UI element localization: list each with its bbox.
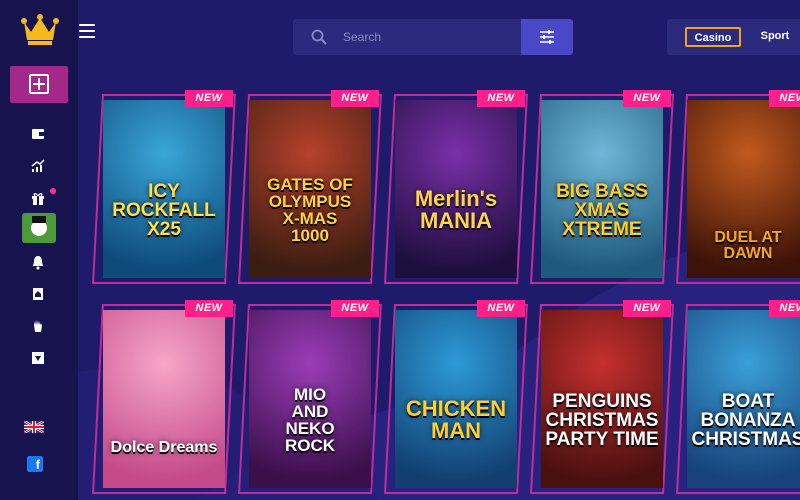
facebook-icon[interactable]: f — [27, 456, 43, 472]
new-badge: NEW — [331, 90, 379, 107]
game-title-line: XTREME — [562, 218, 642, 240]
game-title-line: ROCK — [284, 436, 336, 455]
notification-dot — [50, 188, 56, 194]
promo-avatar[interactable] — [22, 213, 56, 243]
game-title: GATES OF OLYMPUS X-MAS 1000 — [253, 176, 367, 244]
game-title: BIG BASS XMAS XTREME — [545, 182, 659, 239]
tab-sport[interactable]: Sport — [755, 27, 795, 47]
sliders-icon — [540, 30, 554, 44]
game-title-line: CHRISTMAS — [545, 409, 659, 431]
new-badge: NEW — [185, 90, 233, 107]
search-input[interactable] — [343, 27, 513, 47]
game-title-line: MAN — [430, 418, 482, 443]
store-icon[interactable] — [30, 350, 46, 366]
search-icon — [311, 29, 327, 45]
game-tile[interactable]: BOATBONANZACHRISTMAS NEW — [676, 300, 800, 494]
game-thumbnail: BOAT BONANZA CHRISTMAS — [687, 310, 800, 488]
game-title-line: PARTY TIME — [545, 428, 659, 450]
game-title-line: MANIA — [419, 208, 493, 233]
game-title-line: PENGUINS — [552, 390, 652, 412]
game-title: Dolce Dreams — [107, 440, 221, 456]
hat-icon — [32, 216, 46, 223]
game-title: PENGUINS CHRISTMAS PARTY TIME — [545, 392, 659, 449]
game-title-line: BONANZA — [700, 409, 796, 431]
game-title-line: DUEL AT DAWN — [714, 229, 782, 262]
search-bar — [293, 19, 521, 55]
tab-casino[interactable]: Casino — [685, 27, 741, 47]
game-title-line: OLYMPUS — [268, 192, 352, 211]
game-title: Merlin's MANIA — [399, 188, 513, 232]
new-badge: NEW — [331, 300, 379, 317]
game-tile[interactable]: DUEL AT DAWN NEW — [676, 90, 800, 284]
new-badge: NEW — [477, 90, 525, 107]
game-title-line: ICY — [148, 180, 180, 202]
game-thumbnail: DUEL AT DAWN — [687, 100, 800, 278]
game-title-line: X25 — [147, 218, 181, 240]
game-title-line: GATES OF — [267, 175, 353, 194]
new-badge: NEW — [769, 90, 800, 107]
game-thumbnail: GATES OF OLYMPUS X-MAS 1000 — [249, 100, 371, 278]
game-thumbnail: Merlin's MANIA — [395, 100, 517, 278]
ticket-icon[interactable] — [30, 286, 46, 302]
hamburger-menu-icon[interactable] — [79, 24, 95, 38]
sidebar: f — [0, 0, 78, 500]
filter-button[interactable] — [521, 19, 573, 55]
game-title-line: CHRISTMAS — [691, 428, 800, 450]
game-title-line: 1000 — [291, 226, 329, 245]
game-tile[interactable]: Merlin's MANIA NEW — [384, 90, 528, 284]
gift-icon[interactable] — [30, 190, 46, 206]
game-title-line: ROCKFALL — [112, 199, 216, 221]
add-widget-button[interactable] — [10, 66, 68, 103]
game-title-line: MIO — [293, 385, 327, 404]
game-tile[interactable]: MIO AND NEKO ROCK NEW — [238, 300, 382, 494]
game-title-line: AND — [291, 402, 329, 421]
plus-box-icon — [29, 74, 49, 94]
hand-icon[interactable] — [30, 318, 46, 334]
game-title-line: BIG BASS — [556, 180, 648, 202]
game-thumbnail: CHICKEN MAN — [395, 310, 517, 488]
game-tile[interactable]: ICY ROCKFALL X25 NEW — [92, 90, 236, 284]
game-title-line: BOAT — [721, 390, 775, 412]
top-nav: Casino Sport — [667, 19, 800, 55]
new-badge: NEW — [623, 300, 671, 317]
game-title-line: Dolce Dreams — [110, 439, 218, 456]
game-title: DUEL AT DAWN — [691, 230, 800, 262]
game-tile[interactable]: CHICKEN MAN NEW — [384, 300, 528, 494]
game-thumbnail: ICY ROCKFALL X25 — [103, 100, 225, 278]
game-grid: ICY ROCKFALL X25 NEW GATES OF OLYMPUS X-MAS 100… — [78, 72, 800, 500]
game-title-line: X-MAS — [282, 209, 338, 228]
game-title: ICY ROCKFALL X25 — [107, 182, 221, 239]
game-title: BOAT BONANZA CHRISTMAS — [691, 392, 800, 449]
new-badge: NEW — [477, 300, 525, 317]
game-tile[interactable]: BIG BASS XMAS XTREME NEW — [530, 90, 674, 284]
game-tile[interactable]: Dolce Dreams NEW — [92, 300, 236, 494]
bell-icon[interactable] — [30, 254, 46, 270]
game-title: CHICKEN MAN — [399, 398, 513, 442]
game-title-line: NEKO — [285, 419, 335, 438]
game-tile[interactable]: PENGUINS CHRISTMAS PARTY TIME NEW — [530, 300, 674, 494]
game-title-line: XMAS — [574, 199, 630, 221]
game-title-line: CHICKEN — [405, 396, 507, 421]
game-title: MIO AND NEKO ROCK — [253, 386, 367, 454]
game-thumbnail: Dolce Dreams — [103, 310, 225, 488]
new-badge: NEW — [769, 300, 800, 317]
crown-logo-icon[interactable] — [20, 12, 60, 46]
game-tile[interactable]: GATES OF OLYMPUS X-MAS 1000 NEW — [238, 90, 382, 284]
new-badge: NEW — [185, 300, 233, 317]
game-thumbnail: BIG BASS XMAS XTREME — [541, 100, 663, 278]
new-badge: NEW — [623, 90, 671, 107]
uk-flag-icon[interactable] — [23, 419, 45, 435]
game-thumbnail: MIO AND NEKO ROCK — [249, 310, 371, 488]
trending-icon[interactable] — [30, 158, 46, 174]
game-thumbnail: PENGUINS CHRISTMAS PARTY TIME — [541, 310, 663, 488]
wallet-icon[interactable] — [30, 126, 46, 142]
game-title-line: Merlin's — [414, 186, 498, 211]
